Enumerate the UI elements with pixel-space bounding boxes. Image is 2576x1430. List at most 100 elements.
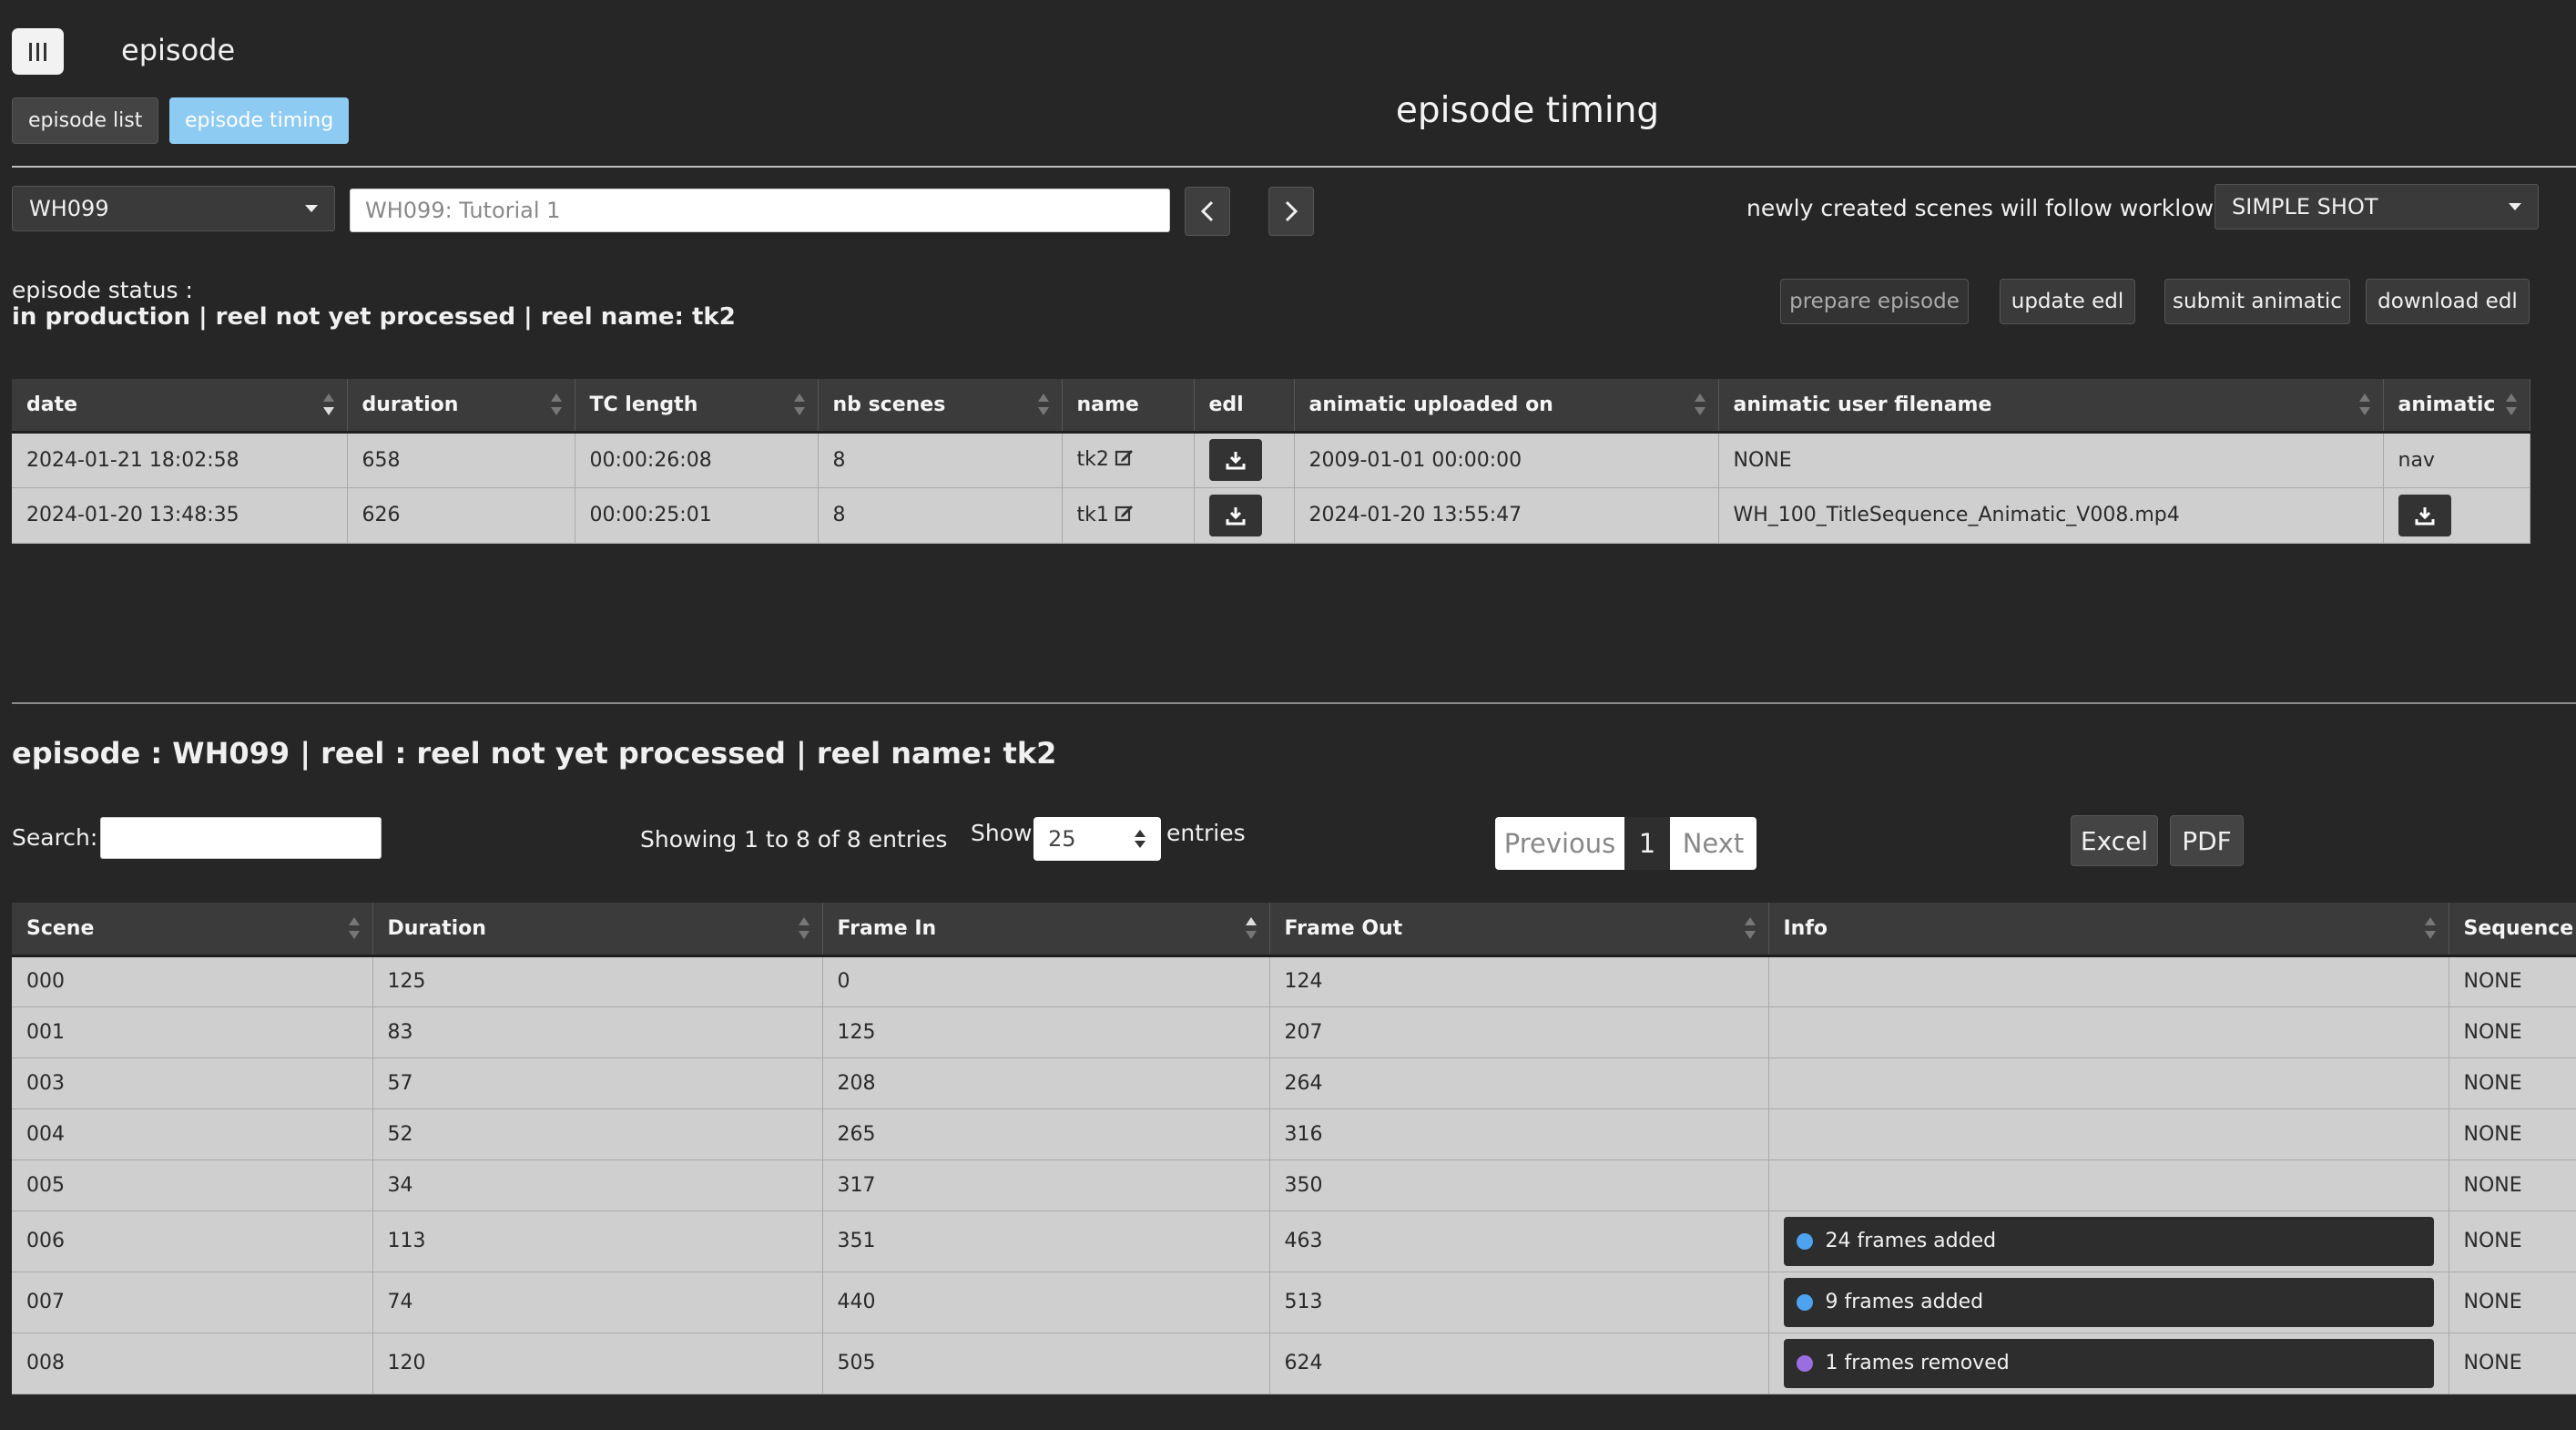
table-row: 006 113 351 463 24 frames added NONE <box>12 1210 2576 1272</box>
edit-icon[interactable] <box>1115 503 1135 528</box>
sort-icon <box>1245 915 1257 941</box>
cell-sequence: NONE <box>2449 1108 2576 1160</box>
cell-animatic <box>2383 487 2530 544</box>
info-badge: 1 frames removed <box>1783 1338 2434 1388</box>
info-text: 1 frames removed <box>1825 1352 2010 1374</box>
cell-duration: 658 <box>347 432 575 488</box>
download-edl-row-button[interactable] <box>1208 494 1262 536</box>
column-header-scene[interactable]: Scene <box>12 903 373 957</box>
table-row: 007 74 440 513 9 frames added NONE <box>12 1272 2576 1333</box>
cell-sequence: NONE <box>2449 955 2576 1007</box>
cell-frame-in: 317 <box>822 1159 1270 1211</box>
sort-icon <box>2505 392 2517 417</box>
cell-frame-in: 208 <box>822 1057 1270 1109</box>
cell-date: 2024-01-21 18:02:58 <box>12 432 348 488</box>
cell-info <box>1768 1057 2449 1109</box>
episode-status-value: in production | reel not yet processed |… <box>12 303 736 331</box>
download-edl-button[interactable]: download edl <box>2366 279 2530 324</box>
cell-frame-in: 125 <box>822 1006 1270 1058</box>
column-header-tc-length[interactable]: TC length <box>575 379 819 434</box>
cell-sequence: NONE <box>2449 1057 2576 1109</box>
next-page-button[interactable]: Next <box>1670 817 1756 870</box>
cell-scene: 006 <box>12 1210 373 1272</box>
cell-duration: 74 <box>372 1272 823 1333</box>
next-episode-button[interactable] <box>1268 187 1314 236</box>
export-excel-button[interactable]: Excel <box>2071 815 2158 866</box>
cell-duration: 120 <box>372 1333 823 1394</box>
cell-duration: 34 <box>372 1159 823 1211</box>
download-animatic-button[interactable] <box>2398 494 2451 536</box>
cell-scene: 001 <box>12 1006 373 1058</box>
column-header-nb-scenes[interactable]: nb scenes <box>818 379 1063 434</box>
column-header-info[interactable]: Info <box>1768 903 2449 957</box>
workflow-select-value: SIMPLE SHOT <box>2232 194 2378 220</box>
column-header-edl: edl <box>1194 379 1295 434</box>
sort-icon <box>348 915 360 941</box>
episode-select[interactable]: WH099 <box>12 186 335 231</box>
previous-episode-button[interactable] <box>1185 187 1230 236</box>
export-pdf-button[interactable]: PDF <box>2170 815 2244 866</box>
cell-sequence: NONE <box>2449 1333 2576 1394</box>
cell-animatic-uploaded-on: 2009-01-01 00:00:00 <box>1294 432 1719 488</box>
app-title: episode <box>121 33 236 67</box>
sort-icon <box>322 392 334 417</box>
edit-icon[interactable] <box>1115 447 1135 473</box>
column-header-date[interactable]: date <box>12 379 348 434</box>
cell-frame-out: 513 <box>1269 1272 1769 1333</box>
update-edl-button[interactable]: update edl <box>2000 279 2135 324</box>
divider <box>12 166 2576 168</box>
cell-nb-scenes: 8 <box>818 432 1063 488</box>
sort-icon <box>798 915 809 941</box>
table-row: 005 34 317 350 NONE <box>12 1159 2576 1211</box>
cell-nb-scenes: 8 <box>818 487 1063 544</box>
search-input[interactable] <box>100 817 382 859</box>
cell-sequence: NONE <box>2449 1006 2576 1058</box>
cell-tc-length: 00:00:25:01 <box>575 487 819 544</box>
submit-animatic-button[interactable]: submit animatic <box>2164 279 2350 324</box>
info-badge: 9 frames added <box>1783 1277 2434 1327</box>
scenes-table: Scene Duration Frame In Frame Out Info S… <box>12 903 2576 1394</box>
cell-frame-out: 624 <box>1269 1333 1769 1394</box>
cell-scene: 007 <box>12 1272 373 1333</box>
table-row: 004 52 265 316 NONE <box>12 1108 2576 1160</box>
column-header-duration[interactable]: duration <box>347 379 575 434</box>
cell-info: 24 frames added <box>1768 1210 2449 1272</box>
episode-name-input[interactable]: WH099: Tutorial 1 <box>350 189 1170 232</box>
cell-frame-in: 351 <box>822 1210 1270 1272</box>
sort-icon <box>2424 915 2436 941</box>
entries-info: Showing 1 to 8 of 8 entries <box>640 826 948 853</box>
menu-button[interactable] <box>12 28 64 75</box>
sort-icon <box>1744 915 1756 941</box>
cell-scene: 005 <box>12 1159 373 1211</box>
column-header-frame-out[interactable]: Frame Out <box>1269 903 1769 957</box>
column-header-name: name <box>1062 379 1195 434</box>
column-header-duration[interactable]: Duration <box>372 903 823 957</box>
cell-duration: 52 <box>372 1108 823 1160</box>
download-icon <box>1226 452 1245 470</box>
cell-animatic-filename: WH_100_TitleSequence_Animatic_V008.mp4 <box>1718 487 2384 544</box>
info-text: 24 frames added <box>1825 1230 1997 1252</box>
column-header-animatic-uploaded-on[interactable]: animatic uploaded on <box>1294 379 1719 434</box>
page-length-select[interactable]: 25 <box>1033 817 1161 861</box>
cell-duration: 125 <box>372 955 823 1007</box>
cell-frame-out: 463 <box>1269 1210 1769 1272</box>
caret-down-icon <box>305 205 318 212</box>
column-header-sequence[interactable]: Sequence <box>2449 903 2576 957</box>
episode-select-value: WH099 <box>29 196 109 221</box>
column-header-frame-in[interactable]: Frame In <box>822 903 1270 957</box>
page-1-button[interactable]: 1 <box>1624 817 1670 870</box>
column-header-animatic-user-filename[interactable]: animatic user filename <box>1718 379 2384 434</box>
divider <box>12 702 2576 704</box>
episode-status-label: episode status : <box>12 277 193 303</box>
download-edl-row-button[interactable] <box>1208 439 1262 481</box>
workflow-select[interactable]: SIMPLE SHOT <box>2215 184 2539 230</box>
cell-date: 2024-01-20 13:48:35 <box>12 487 348 544</box>
cell-sequence: NONE <box>2449 1159 2576 1211</box>
caret-down-icon <box>2509 203 2521 210</box>
column-header-animatic[interactable]: animatic <box>2383 379 2530 434</box>
previous-page-button[interactable]: Previous <box>1495 817 1624 870</box>
cell-info <box>1768 955 2449 1007</box>
sort-icon <box>1694 392 1705 417</box>
prepare-episode-button[interactable]: prepare episode <box>1780 279 1969 324</box>
cell-tc-length: 00:00:26:08 <box>575 432 819 488</box>
